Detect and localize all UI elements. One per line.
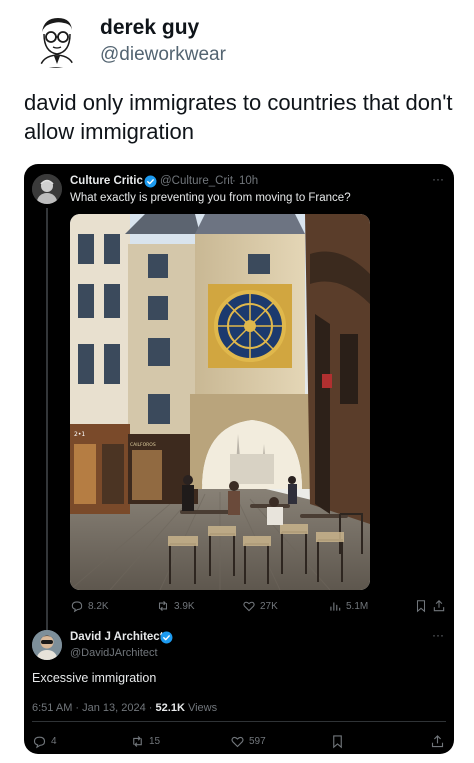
quoted-author-handle[interactable]: @Culture_Crit bbox=[160, 175, 233, 187]
views-action[interactable]: 5.1M bbox=[328, 597, 368, 615]
reply-actions: 4 15 597 bbox=[32, 732, 446, 750]
bookmark-icon bbox=[333, 734, 342, 748]
more-icon[interactable]: ··· bbox=[432, 628, 444, 642]
more-icon[interactable]: ··· bbox=[432, 172, 444, 186]
verified-icon bbox=[160, 631, 173, 644]
reply-avatar[interactable] bbox=[32, 630, 62, 660]
repost-count: 3.9K bbox=[174, 600, 195, 612]
avatar[interactable] bbox=[28, 12, 84, 68]
views-icon bbox=[330, 602, 341, 611]
repost-count: 15 bbox=[149, 735, 161, 747]
thread-line bbox=[46, 208, 48, 640]
reply-author-name[interactable]: David J Architect bbox=[70, 631, 164, 643]
bookmark-action[interactable] bbox=[414, 597, 428, 615]
quoted-text: What exactly is preventing you from movi… bbox=[70, 192, 351, 204]
separator-dot: · bbox=[232, 175, 236, 187]
reply-action[interactable]: 4 bbox=[32, 732, 57, 750]
repost-icon bbox=[158, 600, 168, 612]
views-count: 5.1M bbox=[346, 600, 369, 612]
like-action[interactable]: 597 bbox=[230, 732, 266, 750]
like-count: 597 bbox=[249, 735, 266, 747]
share-icon bbox=[433, 600, 445, 612]
outer-post-header: derek guy @dieworkwear bbox=[28, 12, 448, 72]
share-icon bbox=[431, 734, 444, 747]
quoted-actions: 8.2K 3.9K 27K 5.1M bbox=[70, 597, 448, 617]
reply-action[interactable]: 8.2K bbox=[70, 597, 109, 615]
reply-timestamp[interactable]: 6:51 AM · Jan 13, 2024 · bbox=[32, 702, 152, 714]
reply-count: 8.2K bbox=[88, 600, 109, 612]
shop-sign-text: 2•1 bbox=[74, 431, 85, 438]
reply-icon bbox=[71, 601, 83, 613]
reply-text: Excessive immigration bbox=[32, 671, 157, 685]
quoted-author-name[interactable]: Culture Critic bbox=[70, 175, 143, 187]
share-action[interactable] bbox=[430, 732, 445, 750]
reply-views-label: Views bbox=[187, 702, 218, 714]
quoted-avatar[interactable] bbox=[32, 174, 62, 204]
repost-action[interactable]: 15 bbox=[130, 732, 160, 750]
share-action[interactable] bbox=[432, 597, 446, 615]
like-count: 27K bbox=[260, 600, 278, 612]
reply-views-count: 52.1K bbox=[155, 702, 185, 714]
repost-action[interactable]: 3.9K bbox=[156, 597, 195, 615]
reply-icon bbox=[33, 736, 46, 748]
verified-icon bbox=[144, 175, 157, 188]
reply-meta: 6:51 AM · Jan 13, 2024 · 52.1K Views bbox=[32, 702, 217, 714]
divider bbox=[32, 721, 446, 722]
bookmark-icon bbox=[416, 600, 426, 613]
bookmark-action[interactable] bbox=[330, 732, 345, 750]
post-photo[interactable]: 2•1 CAILFOROS bbox=[70, 214, 370, 590]
post-text: david only immigrates to countries that … bbox=[24, 90, 453, 144]
like-icon bbox=[243, 601, 255, 612]
repost-icon bbox=[133, 735, 142, 747]
reply-count: 4 bbox=[51, 735, 57, 747]
shop-sign-text-2: CAILFOROS bbox=[130, 442, 156, 448]
reply-author-handle[interactable]: @DavidJArchitect bbox=[70, 647, 158, 659]
like-action[interactable]: 27K bbox=[242, 597, 278, 615]
author-handle[interactable]: @dieworkwear bbox=[100, 44, 226, 66]
author-name[interactable]: derek guy bbox=[100, 16, 199, 40]
quoted-time[interactable]: 10h bbox=[239, 175, 258, 187]
embedded-thread-card: Culture Critic @Culture_Crit · 10h ··· W… bbox=[24, 164, 454, 754]
like-icon bbox=[231, 736, 244, 747]
